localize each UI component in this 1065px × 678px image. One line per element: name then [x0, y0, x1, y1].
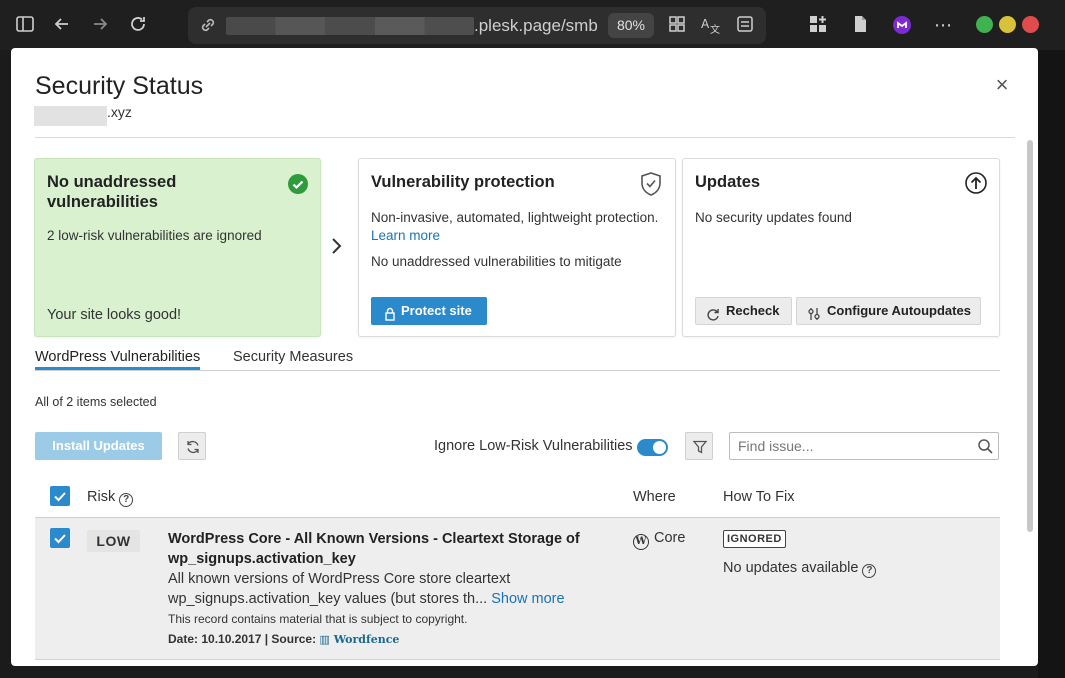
ignored-badge: IGNORED: [723, 530, 786, 548]
ignore-low-risk-toggle[interactable]: [637, 439, 668, 456]
updates-card: Updates No security updates found Rechec…: [682, 158, 1000, 337]
upload-arrow-icon: [964, 171, 988, 195]
fix-status: No updates available?: [723, 560, 877, 578]
toggle-knob: [653, 441, 666, 454]
close-icon[interactable]: ×: [991, 74, 1013, 96]
recheck-label: Recheck: [726, 303, 780, 318]
configure-autoupdates-button[interactable]: Configure Autoupdates: [796, 297, 981, 325]
sidebar-toggle-icon[interactable]: [14, 14, 36, 36]
wordfence-logo-text: Wordfence: [333, 633, 400, 646]
copyright-note: This record contains material that is su…: [168, 612, 468, 626]
browser-toolbar: .plesk.page/smb 80% A文 ⋯: [0, 0, 1065, 50]
search-icon[interactable]: [977, 438, 993, 454]
protect-site-label: Protect site: [401, 303, 472, 318]
search-field[interactable]: [729, 432, 999, 460]
extension-icon[interactable]: [891, 14, 913, 36]
refresh-list-button[interactable]: [178, 432, 206, 460]
security-status-dialog: Security Status × .xyz No unaddressed vu…: [11, 48, 1038, 666]
updates-status: No security updates found: [695, 210, 852, 225]
help-icon[interactable]: ?: [862, 564, 877, 578]
learn-more-link[interactable]: Learn more: [371, 228, 440, 243]
chevron-right-icon[interactable]: [329, 236, 343, 256]
refresh-icon: [706, 304, 720, 321]
check-circle-icon: [288, 174, 308, 194]
maximize-window-icon[interactable]: [999, 16, 1016, 33]
help-icon[interactable]: ?: [119, 493, 134, 507]
extensions-page-icon[interactable]: [734, 14, 756, 36]
domain-suffix: .xyz: [107, 104, 132, 120]
settings-sliders-icon: [807, 304, 821, 320]
close-window-icon[interactable]: [1022, 16, 1039, 33]
status-card: No unaddressed vulnerabilities 2 low-ris…: [34, 158, 321, 337]
wordpress-icon: W: [633, 534, 649, 550]
apps-icon[interactable]: [807, 14, 829, 36]
search-input[interactable]: [730, 433, 970, 459]
date-source-text: Date: 10.10.2017 | Source:: [168, 632, 317, 646]
svg-text:文: 文: [710, 23, 720, 36]
tab-bar: WordPress Vulnerabilities Security Measu…: [35, 347, 1000, 371]
where-cell: W Core: [633, 530, 685, 550]
configure-autoupdates-label: Configure Autoupdates: [827, 303, 971, 318]
vulnerability-protection-card: Vulnerability protection Non-invasive, a…: [358, 158, 676, 337]
reload-icon[interactable]: [127, 14, 149, 36]
filter-icon: [692, 439, 708, 460]
column-how-to-fix[interactable]: How To Fix: [723, 489, 794, 505]
back-icon[interactable]: [51, 14, 73, 36]
protection-description: Non-invasive, automated, lightweight pro…: [371, 209, 671, 245]
document-icon[interactable]: [849, 14, 871, 36]
url-text: .plesk.page/smb: [474, 16, 598, 35]
row-checkbox[interactable]: [50, 528, 70, 548]
tab-wordpress-vulnerabilities[interactable]: WordPress Vulnerabilities: [35, 349, 201, 370]
column-risk-label: Risk: [87, 489, 116, 505]
header-divider: [35, 137, 1015, 138]
table-header: Risk? Where How To Fix: [35, 480, 1000, 518]
lock-icon: [383, 303, 397, 321]
date-source: Date: 10.10.2017 | Source: ▥ Wordfence: [168, 632, 399, 646]
fix-status-text: No updates available: [723, 560, 859, 576]
column-where[interactable]: Where: [633, 489, 676, 505]
site-info-icon[interactable]: [198, 15, 218, 35]
more-options-icon[interactable]: ⋯: [932, 14, 954, 36]
reading-view-icon[interactable]: [666, 14, 688, 36]
forward-icon[interactable]: [89, 14, 111, 36]
show-more-link[interactable]: Show more: [491, 591, 564, 607]
zoom-level[interactable]: 80%: [608, 13, 654, 38]
vulnerability-description-text: All known versions of WordPress Core sto…: [168, 571, 511, 607]
protection-description-text: Non-invasive, automated, lightweight pro…: [371, 210, 659, 225]
address-bar[interactable]: .plesk.page/smb 80% A文: [188, 7, 766, 44]
protection-card-title: Vulnerability protection: [371, 173, 555, 191]
translate-icon[interactable]: A文: [699, 14, 721, 36]
updates-card-title: Updates: [695, 173, 761, 191]
dialog-title: Security Status: [35, 72, 204, 100]
site-good-text: Your site looks good!: [47, 307, 182, 323]
selection-count: All of 2 items selected: [35, 395, 157, 409]
filter-button[interactable]: [685, 432, 713, 460]
domain-redacted: [34, 106, 107, 126]
protection-status: No unaddressed vulnerabilities to mitiga…: [371, 254, 622, 269]
tab-security-measures[interactable]: Security Measures: [233, 349, 353, 369]
table-row[interactable]: LOW WordPress Core - All Known Versions …: [35, 518, 1000, 660]
dialog-scrollbar[interactable]: [1027, 140, 1033, 532]
install-updates-button[interactable]: Install Updates: [35, 432, 162, 460]
ignored-note: 2 low-risk vulnerabilities are ignored: [47, 228, 262, 243]
select-all-checkbox[interactable]: [50, 486, 70, 506]
refresh-icon: [185, 439, 201, 460]
recheck-button[interactable]: Recheck: [695, 297, 792, 325]
protect-site-button[interactable]: Protect site: [371, 297, 487, 325]
minimize-window-icon[interactable]: [976, 16, 993, 33]
ignore-low-risk-label: Ignore Low-Risk Vulnerabilities: [434, 438, 633, 454]
vulnerability-description: All known versions of WordPress Core sto…: [168, 569, 588, 609]
url-redacted: [226, 17, 474, 35]
svg-text:A: A: [701, 17, 710, 31]
page-scroll-edge: [1038, 50, 1065, 678]
vulnerability-title: WordPress Core - All Known Versions - Cl…: [168, 531, 580, 567]
where-text: Core: [654, 530, 686, 546]
risk-badge: LOW: [87, 530, 140, 552]
wordfence-logo[interactable]: ▥ Wordfence: [319, 633, 399, 646]
shield-icon: [639, 171, 663, 197]
column-risk[interactable]: Risk?: [87, 489, 134, 507]
status-card-title: No unaddressed vulnerabilities: [47, 173, 177, 211]
